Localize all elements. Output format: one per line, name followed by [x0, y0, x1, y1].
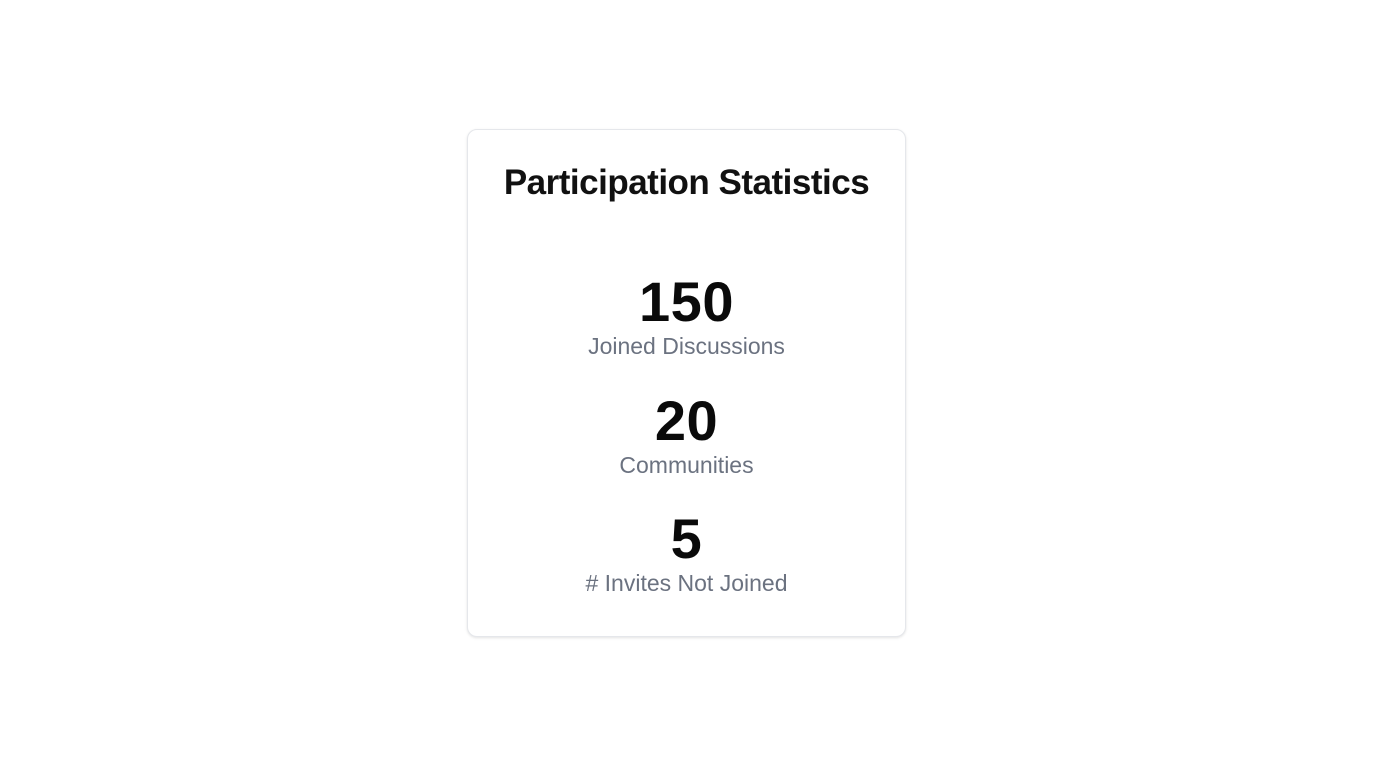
stat-label: Communities	[619, 452, 754, 478]
stat-value: 5	[670, 507, 703, 570]
card-title: Participation Statistics	[503, 163, 870, 202]
stat-communities: 20 Communities	[468, 391, 905, 479]
participation-statistics-card: Participation Statistics 150 Joined Disc…	[467, 129, 906, 637]
stat-value: 150	[639, 270, 734, 333]
stat-value: 20	[654, 389, 719, 452]
stat-label: Joined Discussions	[588, 333, 785, 359]
stat-invites-not-joined: 5 # Invites Not Joined	[468, 509, 905, 597]
stat-joined-discussions: 150 Joined Discussions	[468, 272, 905, 360]
stat-label: # Invites Not Joined	[585, 570, 788, 596]
